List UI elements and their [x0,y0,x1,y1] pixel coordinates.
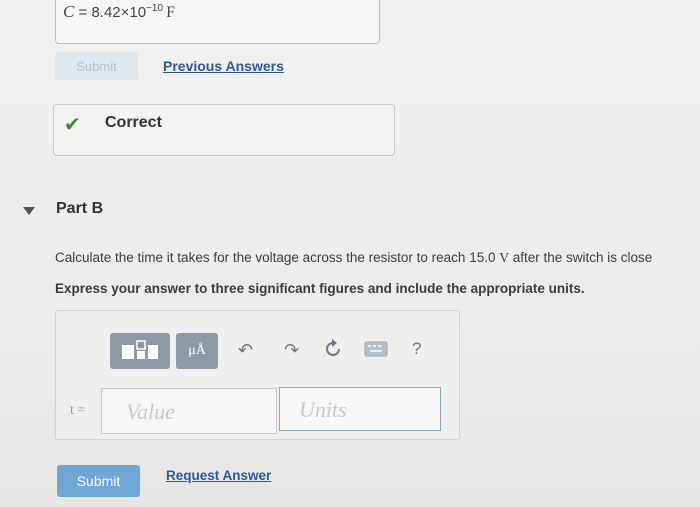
value-input[interactable]: Value [101,388,277,434]
units-button-label: μÅ [188,343,206,358]
collapse-triangle-icon[interactable] [23,207,35,215]
answer-exponent: −10 [146,3,164,14]
keyboard-icon[interactable] [364,341,388,362]
reset-icon[interactable] [322,338,344,365]
undo-icon[interactable]: ↶ [238,340,253,361]
question-text: Calculate the time it takes for the volt… [55,250,652,266]
previous-answers-link[interactable]: Previous Answers [163,58,284,74]
checkmark-icon: ✔ [64,114,81,136]
units-input[interactable]: Units [279,387,441,431]
units-placeholder: Units [299,397,347,422]
question-text-start: Calculate the time it takes for the volt… [55,250,500,265]
equals-sign: = [74,4,92,21]
capacitance-symbol: C [63,2,75,21]
templates-button[interactable] [110,333,170,369]
question-text-end: after the switch is close [508,250,653,265]
submit-button-disabled: Submit [55,52,138,80]
value-placeholder: Value [126,399,175,424]
part-b-title[interactable]: Part B [56,200,103,218]
answer-mantissa: 8.42×10 [91,4,147,21]
templates-icon [122,340,158,359]
request-answer-link[interactable]: Request Answer [166,468,271,483]
units-button[interactable]: μÅ [176,333,218,369]
help-icon[interactable]: ? [412,339,421,359]
question-unit: V [499,250,509,265]
submit-button[interactable]: Submit [57,465,140,497]
answer-unit: F [166,4,175,21]
instruction-text: Express your answer to three significant… [55,281,585,296]
feedback-label: Correct [105,114,162,131]
variable-label: t = [70,403,86,418]
previous-answer-value: C = 8.42×10−10 F [63,2,175,22]
redo-icon[interactable]: ↷ [284,340,299,361]
